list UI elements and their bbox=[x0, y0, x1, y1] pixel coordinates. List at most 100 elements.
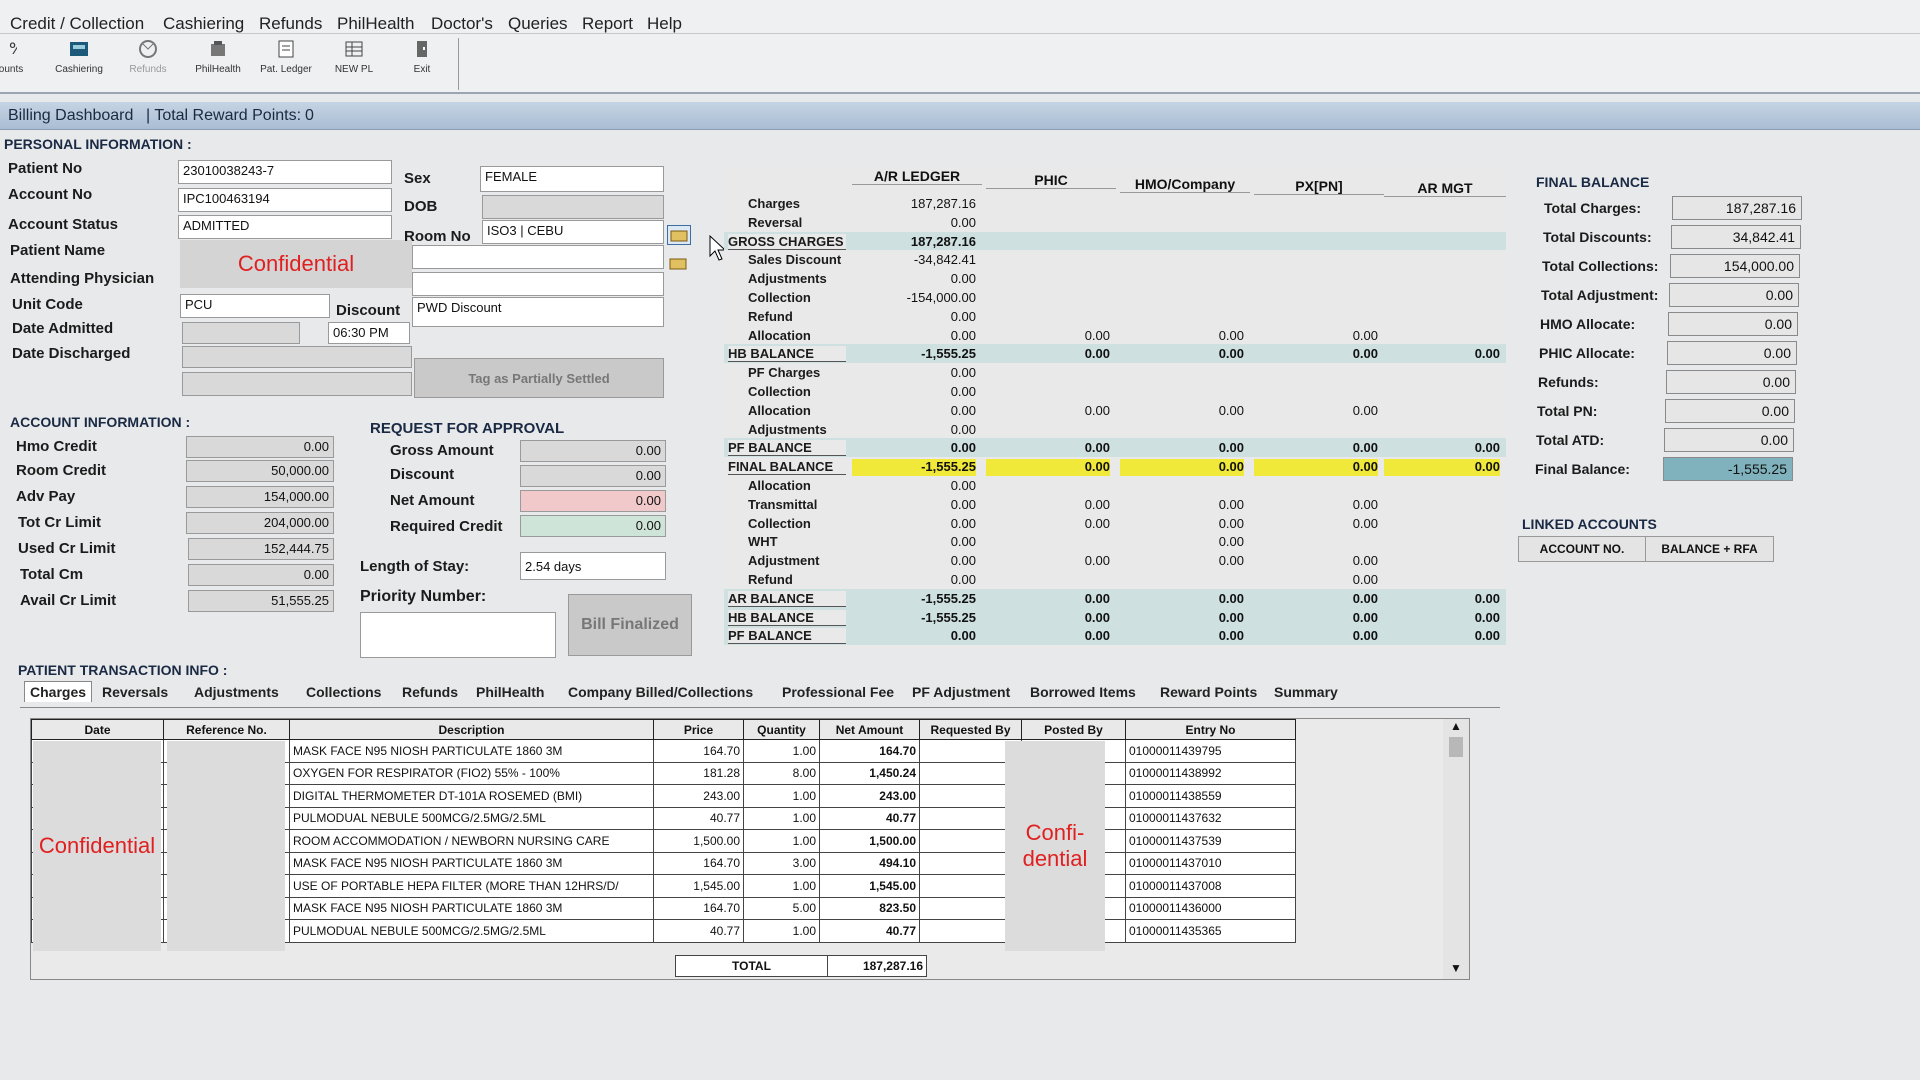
patient-name-label: Patient Name bbox=[10, 242, 106, 259]
dob-field[interactable] bbox=[482, 195, 664, 219]
th-requested-by[interactable]: Requested By bbox=[919, 719, 1022, 740]
toolbar-exit-button[interactable]: Exit bbox=[388, 38, 456, 75]
toolbar-separator bbox=[458, 38, 459, 90]
physician-lookup-button[interactable] bbox=[667, 254, 691, 274]
adv-pay-label: Adv Pay bbox=[16, 488, 76, 505]
ledger-row-label: HB BALANCE bbox=[728, 609, 846, 626]
table-cell: PULMODUAL NEBULE 500MCG/2.5MG/2.5ML bbox=[289, 919, 654, 943]
ledger-cell: 0.00 bbox=[1084, 402, 1110, 418]
table-cell: 181.28 bbox=[653, 761, 744, 785]
room-lookup-button[interactable] bbox=[667, 225, 691, 245]
toolbar-label: Exit bbox=[413, 64, 431, 75]
menu-refunds[interactable]: Refunds bbox=[259, 14, 322, 34]
tab-summary[interactable]: Summary bbox=[1274, 684, 1338, 700]
tab-company-billed[interactable]: Company Billed/Collections bbox=[568, 684, 753, 700]
table-cell: 1,545.00 bbox=[819, 874, 920, 898]
date-discharged-field[interactable] bbox=[182, 346, 412, 368]
patient-no-field[interactable]: 23010038243-7 bbox=[178, 160, 392, 184]
th-quantity[interactable]: Quantity bbox=[743, 719, 820, 740]
tab-refunds[interactable]: Refunds bbox=[402, 684, 458, 700]
tab-collections[interactable]: Collections bbox=[306, 684, 381, 700]
ledger-row-label: Allocation bbox=[748, 402, 811, 418]
ledger-row-label: Collection bbox=[748, 515, 811, 531]
tab-charges[interactable]: Charges bbox=[24, 681, 93, 702]
ledger-row: WHT 0.00 0.00 bbox=[724, 532, 1506, 551]
toolbar-new-pl-button[interactable]: NEW PL bbox=[320, 38, 388, 75]
account-info-heading: ACCOUNT INFORMATION : bbox=[10, 414, 191, 430]
table-cell: 01000011437539 bbox=[1125, 829, 1296, 853]
menu-report[interactable]: Report bbox=[582, 14, 633, 34]
th-reference-no[interactable]: Reference No. bbox=[163, 719, 290, 740]
tab-philhealth[interactable]: PhilHealth bbox=[476, 684, 544, 700]
folder-icon bbox=[670, 230, 688, 242]
toolbar-accounts-button[interactable]: % ccounts bbox=[0, 38, 40, 75]
th-price[interactable]: Price bbox=[653, 719, 744, 740]
unit-code-field[interactable]: PCU bbox=[180, 294, 330, 318]
table-scrollbar[interactable]: ▲ ▼ bbox=[1443, 719, 1469, 979]
col-px-pn: PX[PN] bbox=[1254, 178, 1384, 195]
table-cell: MASK FACE N95 NIOSH PARTICULATE 1860 3M bbox=[289, 851, 654, 875]
toolbar-pat-ledger-button[interactable]: Pat. Ledger bbox=[252, 38, 320, 75]
attending-physician-field[interactable] bbox=[412, 272, 664, 296]
ledger-row-label: Collection bbox=[748, 384, 811, 399]
table-cell: 164.70 bbox=[653, 896, 744, 920]
ledger-cell: 0.00 bbox=[1384, 459, 1500, 476]
sex-field[interactable]: FEMALE bbox=[480, 166, 664, 192]
ledger-row: Refund 0.00 0.00 bbox=[724, 570, 1506, 589]
th-description[interactable]: Description bbox=[289, 719, 654, 740]
toolbar-cashiering-button[interactable]: Cashiering bbox=[45, 38, 113, 75]
adv-pay-value: 154,000.00 bbox=[186, 486, 334, 508]
tab-pf-adjustment[interactable]: PF Adjustment bbox=[912, 684, 1010, 700]
scroll-up-icon[interactable]: ▲ bbox=[1443, 719, 1469, 733]
menu-philhealth[interactable]: PhilHealth bbox=[337, 14, 415, 34]
tag-partially-settled-button[interactable]: Tag as Partially Settled bbox=[414, 358, 664, 398]
toolbar-refunds-button[interactable]: Refunds bbox=[114, 38, 182, 75]
ledger-cell: 0.00 bbox=[1352, 496, 1378, 512]
table-cell: 1.00 bbox=[743, 874, 820, 898]
scroll-thumb[interactable] bbox=[1449, 737, 1463, 757]
th-date[interactable]: Date bbox=[31, 719, 164, 740]
th-entry-no[interactable]: Entry No bbox=[1125, 719, 1296, 740]
ledger-cell: 0.00 bbox=[1254, 459, 1378, 476]
personal-info-heading: PERSONAL INFORMATION : bbox=[4, 136, 192, 152]
discount-field[interactable]: PWD Discount bbox=[412, 297, 664, 327]
transaction-tabs: Charges Reversals Adjustments Collection… bbox=[20, 681, 1500, 708]
date-admitted-field[interactable] bbox=[182, 322, 300, 344]
ledger-cell: -1,555.25 bbox=[921, 590, 976, 606]
tab-reversals[interactable]: Reversals bbox=[102, 684, 168, 700]
menu-help[interactable]: Help bbox=[647, 14, 682, 34]
scroll-down-icon[interactable]: ▼ bbox=[1443, 961, 1469, 975]
svg-text:%: % bbox=[9, 39, 17, 58]
time-admitted-field[interactable]: 06:30 PM bbox=[328, 322, 410, 344]
length-of-stay-value: 2.54 days bbox=[520, 552, 666, 580]
toolbar-label: PhilHealth bbox=[195, 64, 241, 75]
posted-by-column-redacted: Confi- dential bbox=[1005, 741, 1105, 951]
patient-name-field-extension[interactable] bbox=[412, 245, 664, 269]
th-posted-by[interactable]: Posted By bbox=[1021, 719, 1126, 740]
account-status-field[interactable]: ADMITTED bbox=[178, 215, 392, 239]
room-no-field[interactable]: ISO3 | CEBU bbox=[482, 220, 664, 244]
bill-finalized-button[interactable]: Bill Finalized bbox=[568, 594, 692, 656]
menu-queries[interactable]: Queries bbox=[508, 14, 568, 34]
ledger-icon bbox=[278, 40, 294, 58]
percent-icon: % bbox=[9, 39, 17, 58]
menu-credit-collection[interactable]: Credit / Collection bbox=[10, 14, 144, 34]
menu-cashiering[interactable]: Cashiering bbox=[163, 14, 244, 34]
th-net-amount[interactable]: Net Amount bbox=[819, 719, 920, 740]
table-cell: USE OF PORTABLE HEPA FILTER (MORE THAN 1… bbox=[289, 874, 654, 898]
account-no-field[interactable]: IPC100463194 bbox=[178, 188, 392, 212]
ledger-row-label: HB BALANCE bbox=[728, 346, 846, 363]
table-cell: MASK FACE N95 NIOSH PARTICULATE 1860 3M bbox=[289, 896, 654, 920]
tab-adjustments[interactable]: Adjustments bbox=[194, 684, 279, 700]
ledger-cell: 0.00 bbox=[1474, 609, 1500, 625]
tab-borrowed-items[interactable]: Borrowed Items bbox=[1030, 684, 1136, 700]
tab-professional-fee[interactable]: Professional Fee bbox=[782, 684, 894, 700]
table-cell: 164.70 bbox=[819, 739, 920, 763]
menu-doctors[interactable]: Doctor's bbox=[431, 14, 493, 34]
toolbar-philhealth-button[interactable]: PhilHealth bbox=[184, 38, 252, 75]
ledger-row-label: Charges bbox=[748, 196, 801, 211]
ledger-cell: 0.00 bbox=[1218, 440, 1244, 456]
table-cell: DIGITAL THERMOMETER DT-101A ROSEMED (BMI… bbox=[289, 784, 654, 808]
priority-number-field[interactable] bbox=[360, 612, 556, 658]
tab-reward-points[interactable]: Reward Points bbox=[1160, 684, 1257, 700]
